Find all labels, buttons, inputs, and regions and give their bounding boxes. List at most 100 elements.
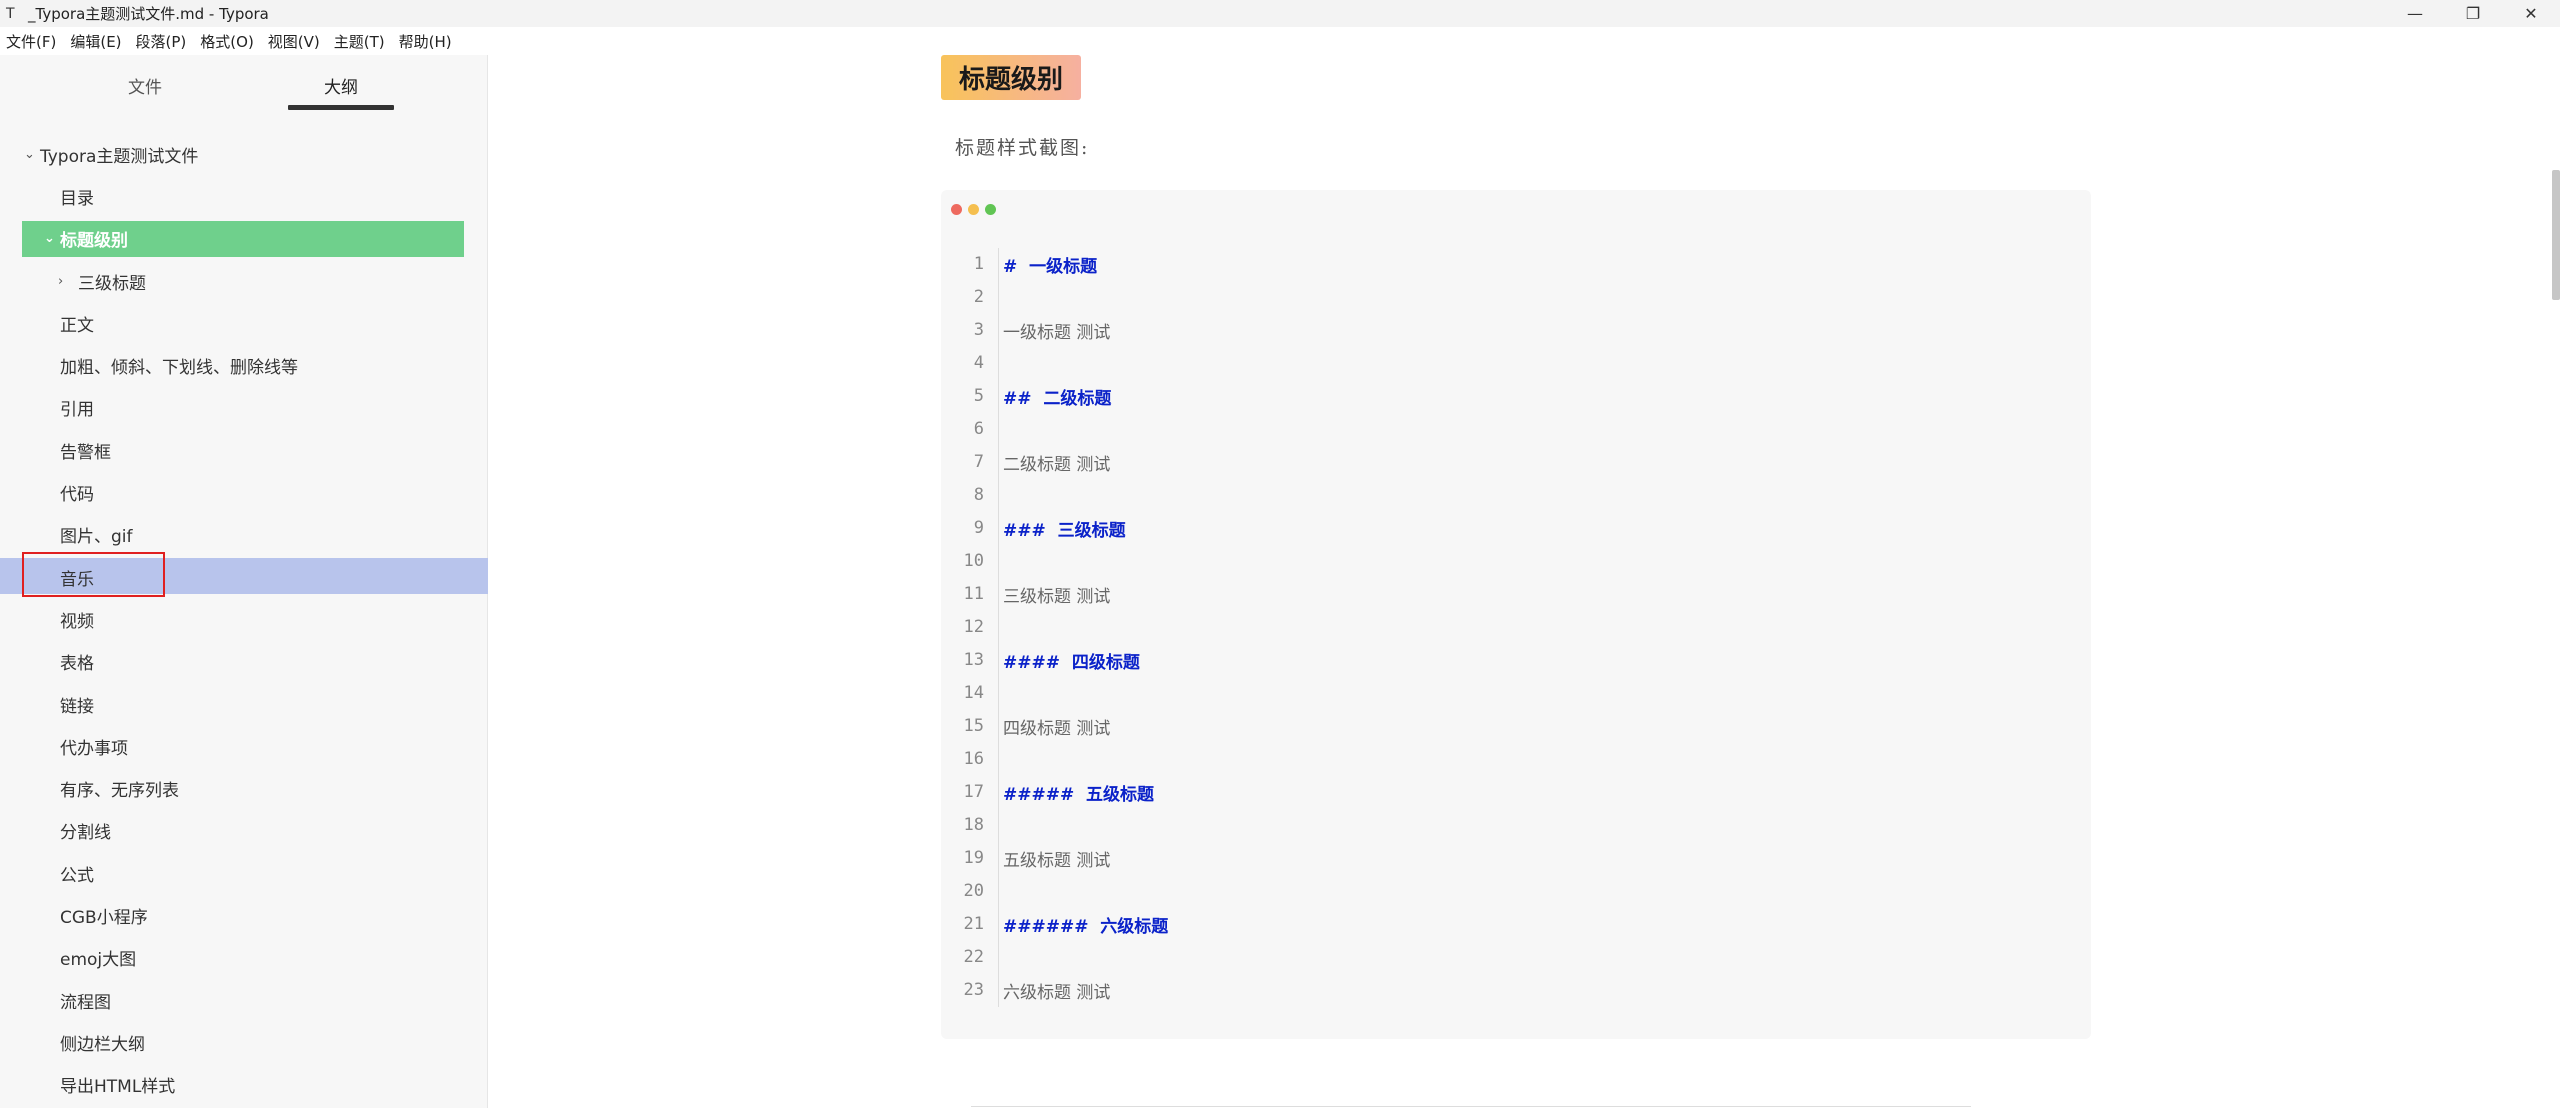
code-line[interactable]: 2 [941,281,2091,314]
code-line[interactable]: 22 [941,941,2091,974]
code-line[interactable]: 11 三级标题 测试 [941,578,2091,611]
outline-item-label: 有序、无序列表 [60,781,179,802]
code-line[interactable]: 7 二级标题 测试 [941,446,2091,479]
code-line[interactable]: 1 # 一级标题 [941,248,2091,281]
outline-item-label: 音乐 [60,569,94,590]
line-number: 10 [941,545,999,578]
menu-theme[interactable]: 主题(T) [334,31,385,52]
maximize-button[interactable]: ❐ [2444,0,2502,27]
line-number: 3 [941,314,999,347]
scrollbar-thumb[interactable] [2552,170,2560,300]
code-text: 一级标题 测试 [1003,323,1111,343]
line-number: 17 [941,776,999,809]
chevron-right-icon[interactable]: › [58,274,78,289]
sidebar: 文件 大纲 ⌄ Typora主题测试文件 目录 ⌄ 标题级别 › 三级标题 正文… [0,55,488,1108]
code-line[interactable]: 18 [941,809,2091,842]
line-number: 8 [941,479,999,512]
outline-item-label: 目录 [60,188,94,209]
line-number: 1 [941,248,999,281]
code-line[interactable]: 21 ###### 六级标题 [941,908,2091,941]
outline-item-label: 公式 [60,865,94,886]
code-line[interactable]: 16 [941,743,2091,776]
code-line[interactable]: 6 [941,413,2091,446]
outline-item-cgb[interactable]: CGB小程序 [0,894,488,936]
code-line[interactable]: 5 ## 二级标题 [941,380,2091,413]
outline-item-alert[interactable]: 告警框 [0,429,488,471]
menu-format[interactable]: 格式(O) [200,31,254,52]
line-number: 18 [941,809,999,842]
title-bar: T _Typora主题测试文件.md - Typora — ❐ ✕ [0,0,2560,27]
code-line[interactable]: 3 一级标题 测试 [941,314,2091,347]
outline-item-music[interactable]: 音乐 [0,551,488,598]
line-number: 4 [941,347,999,380]
outline-list: ⌄ Typora主题测试文件 目录 ⌄ 标题级别 › 三级标题 正文 加粗、倾斜… [0,133,488,1106]
code-line[interactable]: 13 #### 四级标题 [941,644,2091,677]
menu-file[interactable]: 文件(F) [6,31,56,52]
outline-item-formula[interactable]: 公式 [0,852,488,894]
chevron-down-icon[interactable]: ⌄ [24,147,40,162]
outline-item-label: 加粗、倾斜、下划线、删除线等 [60,358,298,379]
sidebar-tabs: 文件 大纲 [0,55,488,113]
line-number: 16 [941,743,999,776]
divider [971,1106,1971,1107]
outline-item-video[interactable]: 视频 [0,598,488,640]
outline-item-label: 告警框 [60,442,111,463]
code-line[interactable]: 8 [941,479,2091,512]
code-line[interactable]: 19 五级标题 测试 [941,842,2091,875]
close-icon: ✕ [2524,4,2538,23]
outline-item-emoji[interactable]: emoj大图 [0,937,488,979]
outline-item-h3[interactable]: › 三级标题 [0,260,488,302]
menu-help[interactable]: 帮助(H) [399,31,452,52]
outline-item-label: 链接 [60,696,94,717]
outline-item-link[interactable]: 链接 [0,683,488,725]
outline-item-heading-levels[interactable]: ⌄ 标题级别 [0,218,488,260]
code-text: 三级标题 测试 [1003,587,1111,607]
code-line[interactable]: 9 ### 三级标题 [941,512,2091,545]
line-number: 22 [941,941,999,974]
code-line[interactable]: 17 ##### 五级标题 [941,776,2091,809]
tab-outline[interactable]: 大纲 [324,73,358,98]
outline-item-export-html[interactable]: 导出HTML样式 [0,1064,488,1106]
minimize-icon: — [2407,4,2423,23]
outline-item-table[interactable]: 表格 [0,641,488,683]
code-line[interactable]: 4 [941,347,2091,380]
line-number: 13 [941,644,999,677]
code-text: ### 三级标题 [1003,521,1126,541]
code-text: ## 二级标题 [1003,389,1112,409]
menu-paragraph[interactable]: 段落(P) [136,31,187,52]
outline-item-root[interactable]: ⌄ Typora主题测试文件 [0,133,488,175]
outline-item-quote[interactable]: 引用 [0,387,488,429]
menu-bar: 文件(F) 编辑(E) 段落(P) 格式(O) 视图(V) 主题(T) 帮助(H… [0,27,2560,55]
outline-item-text-styles[interactable]: 加粗、倾斜、下划线、删除线等 [0,344,488,386]
outline-item-sidebar-outline[interactable]: 侧边栏大纲 [0,1021,488,1063]
code-line[interactable]: 20 [941,875,2091,908]
code-line[interactable]: 12 [941,611,2091,644]
code-text: 二级标题 测试 [1003,455,1111,475]
menu-edit[interactable]: 编辑(E) [70,31,121,52]
outline-item-code[interactable]: 代码 [0,471,488,513]
editor-area[interactable]: 标题级别 标题样式截图: 1 # 一级标题 2 3 一级标题 测试 4 5 ## 二级标题 6 7… [489,55,2560,1108]
code-line[interactable]: 15 四级标题 测试 [941,710,2091,743]
outline-item-label: 流程图 [60,992,111,1013]
code-line[interactable]: 10 [941,545,2091,578]
outline-item-toc[interactable]: 目录 [0,175,488,217]
restore-icon: ❐ [2465,4,2481,23]
minimize-button[interactable]: — [2386,0,2444,27]
outline-item-lists[interactable]: 有序、无序列表 [0,767,488,809]
chevron-down-icon[interactable]: ⌄ [44,231,60,246]
line-number: 20 [941,875,999,908]
outline-item-images[interactable]: 图片、gif [0,514,488,556]
close-button[interactable]: ✕ [2502,0,2560,27]
outline-item-divider[interactable]: 分割线 [0,810,488,852]
code-line[interactable]: 14 [941,677,2091,710]
outline-item-todo[interactable]: 代办事项 [0,725,488,767]
code-block[interactable]: 1 # 一级标题 2 3 一级标题 测试 4 5 ## 二级标题 6 7 二级标题 测试 8 9 ### … [941,190,2091,1039]
outline-item-flowchart[interactable]: 流程图 [0,979,488,1021]
outline-item-body[interactable]: 正文 [0,302,488,344]
line-number: 19 [941,842,999,875]
menu-view[interactable]: 视图(V) [268,31,320,52]
line-number: 21 [941,908,999,941]
tab-files[interactable]: 文件 [128,73,162,98]
code-line[interactable]: 23 六级标题 测试 [941,974,2091,1007]
code-text: 五级标题 测试 [1003,851,1111,871]
